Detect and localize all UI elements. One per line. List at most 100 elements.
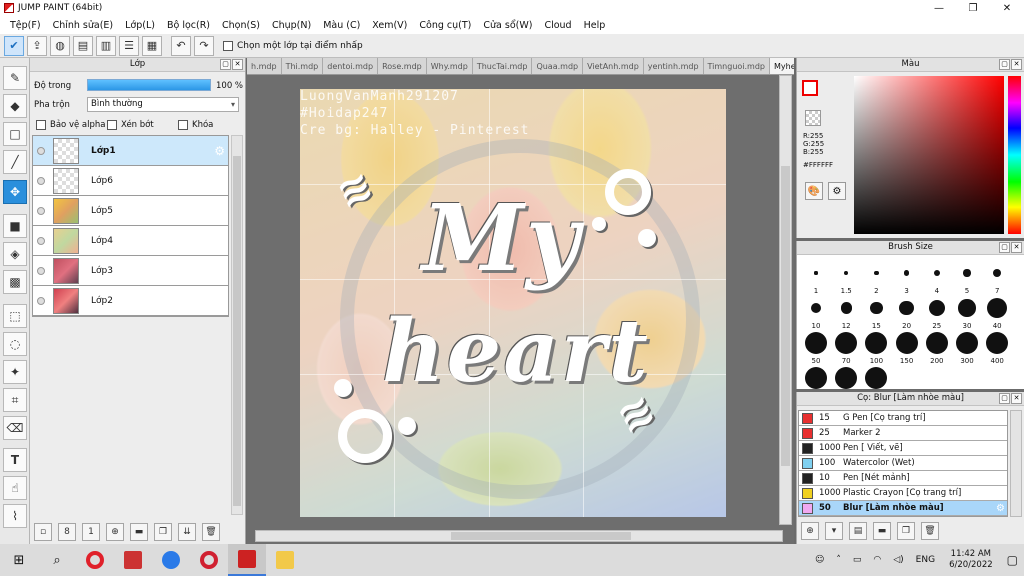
brush-size-preset[interactable]: 50 xyxy=(801,329,831,365)
undo-icon[interactable]: ↶ xyxy=(171,35,191,56)
brush-size-preset[interactable]: 2 xyxy=(861,259,891,295)
panel-close-icon[interactable]: ✕ xyxy=(232,59,243,70)
palette-icon[interactable]: 🎨 xyxy=(805,182,823,200)
rect-select-icon[interactable]: ⬚ xyxy=(3,304,27,328)
palette-settings-icon[interactable]: ⚙ xyxy=(828,182,846,200)
document-tab[interactable]: Quaa.mdp xyxy=(532,58,584,74)
panel-close-icon[interactable]: ✕ xyxy=(1011,59,1022,70)
menu-item[interactable]: Chụp(N) xyxy=(266,20,317,31)
brush-preset-item[interactable]: 25 Marker 2 xyxy=(799,426,1007,441)
layer-row[interactable]: Lớp3 xyxy=(33,256,228,286)
brush-size-preset[interactable]: 5 xyxy=(952,259,982,295)
new-8bit-layer-icon[interactable]: 8 xyxy=(58,523,76,541)
notification-icon[interactable]: ▢ xyxy=(1001,553,1024,567)
panel-float-icon[interactable]: ▢ xyxy=(999,59,1010,70)
menu-item[interactable]: Cloud xyxy=(538,20,577,31)
canvas-vertical-scrollbar[interactable] xyxy=(779,75,792,525)
menu-item[interactable]: Công cụ(T) xyxy=(413,20,477,31)
artwork-canvas[interactable]: LuongVanManh291207 #Hoidap247 Cre bg: Ha… xyxy=(300,89,726,517)
document-tab[interactable]: h.mdp xyxy=(247,58,282,74)
document-icon[interactable]: ▥ xyxy=(96,35,116,56)
brush-size-preset[interactable]: 25 xyxy=(922,294,952,330)
zalo-icon[interactable] xyxy=(152,544,190,576)
menu-item[interactable]: Cửa sổ(W) xyxy=(477,20,538,31)
brush-size-preset[interactable]: 30 xyxy=(952,294,982,330)
canvas-horizontal-scrollbar[interactable] xyxy=(255,530,783,542)
new-1bit-layer-icon[interactable]: 1 xyxy=(82,523,100,541)
document-tab[interactable]: VietAnh.mdp xyxy=(583,58,644,74)
document-tab[interactable]: Timnguoi.mdp xyxy=(704,58,770,74)
foreground-color-swatch[interactable] xyxy=(802,80,818,96)
volume-icon[interactable]: ◁) xyxy=(887,555,909,565)
brush-size-preset[interactable]: 400 xyxy=(982,329,1012,365)
brush-preset-item[interactable]: 50 Blur [Làm nhòe màu] ⚙ xyxy=(799,501,1007,516)
layer-row[interactable]: Lớp4 xyxy=(33,226,228,256)
brush-size-preset[interactable]: 15 xyxy=(861,294,891,330)
preset-menu-icon[interactable]: ▾ xyxy=(825,522,843,540)
menu-item[interactable]: Chỉnh sửa(E) xyxy=(47,20,120,31)
brush-size-preset[interactable]: 1 xyxy=(801,259,831,295)
lasso-select-icon[interactable]: ◌ xyxy=(3,332,27,356)
preset-scrollbar[interactable] xyxy=(1010,410,1022,517)
brush-size-preset[interactable]: 10 xyxy=(801,294,831,330)
brush-size-preset[interactable]: 12 xyxy=(831,294,861,330)
layer-row[interactable]: Lớp6 xyxy=(33,166,228,196)
eyedropper-tool-icon[interactable]: ⌇ xyxy=(3,504,27,528)
saturation-value-picker[interactable] xyxy=(854,76,1004,234)
hue-slider[interactable] xyxy=(1008,76,1021,234)
file-explorer-icon[interactable] xyxy=(266,544,304,576)
brush-size-preset[interactable]: 1.5 xyxy=(831,259,861,295)
visibility-icon[interactable] xyxy=(37,176,45,185)
select-pen-icon[interactable]: ⌗ xyxy=(3,388,27,412)
menu-item[interactable]: Màu (C) xyxy=(317,20,366,31)
fill-rect-tool-icon[interactable]: ■ xyxy=(3,214,27,238)
maximize-icon[interactable]: ❐ xyxy=(956,0,990,16)
duplicate-layer-icon[interactable]: ❐ xyxy=(154,523,172,541)
panel-float-icon[interactable]: ▢ xyxy=(999,393,1010,404)
document-tab[interactable]: Rose.mdp xyxy=(378,58,427,74)
magic-wand-icon[interactable]: ✦ xyxy=(3,360,27,384)
search-icon[interactable]: ⌕ xyxy=(38,544,76,576)
menu-item[interactable]: Tệp(F) xyxy=(4,20,47,31)
add-preset-icon[interactable]: ⊕ xyxy=(801,522,819,540)
merge-layer-icon[interactable]: ⇊ xyxy=(178,523,196,541)
document-tab[interactable]: yentinh.mdp xyxy=(644,58,704,74)
preset-folder-icon[interactable]: ▬ xyxy=(873,522,891,540)
layer-scrollbar[interactable] xyxy=(231,135,243,515)
document-tab[interactable]: Myheart.mdp xyxy=(770,58,794,74)
folder-icon[interactable]: ▬ xyxy=(130,523,148,541)
duplicate-preset-icon[interactable]: ❐ xyxy=(897,522,915,540)
delete-layer-icon[interactable]: 🗑 xyxy=(202,523,220,541)
panel-float-icon[interactable]: ▢ xyxy=(220,59,231,70)
visibility-icon[interactable] xyxy=(37,236,45,245)
menu-item[interactable]: Lớp(L) xyxy=(119,20,161,31)
preset-document-icon[interactable]: ▤ xyxy=(849,522,867,540)
brush-preset-item[interactable]: 15 G Pen [Cọ trang trí] xyxy=(799,411,1007,426)
comment-icon[interactable]: ◍ xyxy=(50,35,70,56)
clock[interactable]: 11:42 AM 6/20/2022 xyxy=(941,549,1001,571)
list-icon[interactable]: ☰ xyxy=(119,35,139,56)
layer-row[interactable]: Lớp5 xyxy=(33,196,228,226)
menu-item[interactable]: Xem(V) xyxy=(366,20,413,31)
brush-size-preset[interactable]: 40 xyxy=(982,294,1012,330)
close-icon[interactable]: ✕ xyxy=(990,0,1024,16)
document-tab[interactable]: ThucTai.mdp xyxy=(473,58,533,74)
add-layer-menu-icon[interactable]: ⊕ xyxy=(106,523,124,541)
visibility-icon[interactable] xyxy=(37,146,45,155)
bucket-tool-icon[interactable]: ◈ xyxy=(3,242,27,266)
visibility-icon[interactable] xyxy=(37,296,45,305)
shape-tool-icon[interactable]: □ xyxy=(3,122,27,146)
brush-preset-item[interactable]: 1000 Pen [ Viết, vẽ] xyxy=(799,441,1007,456)
visibility-icon[interactable] xyxy=(37,206,45,215)
redo-icon[interactable]: ↷ xyxy=(194,35,214,56)
document-tab[interactable]: dentoi.mdp xyxy=(323,58,379,74)
brush-size-preset[interactable]: 200 xyxy=(922,329,952,365)
lock-checkbox[interactable] xyxy=(178,120,188,130)
brush-size-preset[interactable]: 300 xyxy=(952,329,982,365)
brush-preset-item[interactable]: 100 Watercolor (Wet) xyxy=(799,456,1007,471)
menu-item[interactable]: Help xyxy=(578,20,612,31)
grid-settings-icon[interactable]: ▦ xyxy=(142,35,162,56)
opera-gx-icon[interactable] xyxy=(190,544,228,576)
gradient-tool-icon[interactable]: ▩ xyxy=(3,270,27,294)
brush-size-preset[interactable]: 70 xyxy=(831,329,861,365)
